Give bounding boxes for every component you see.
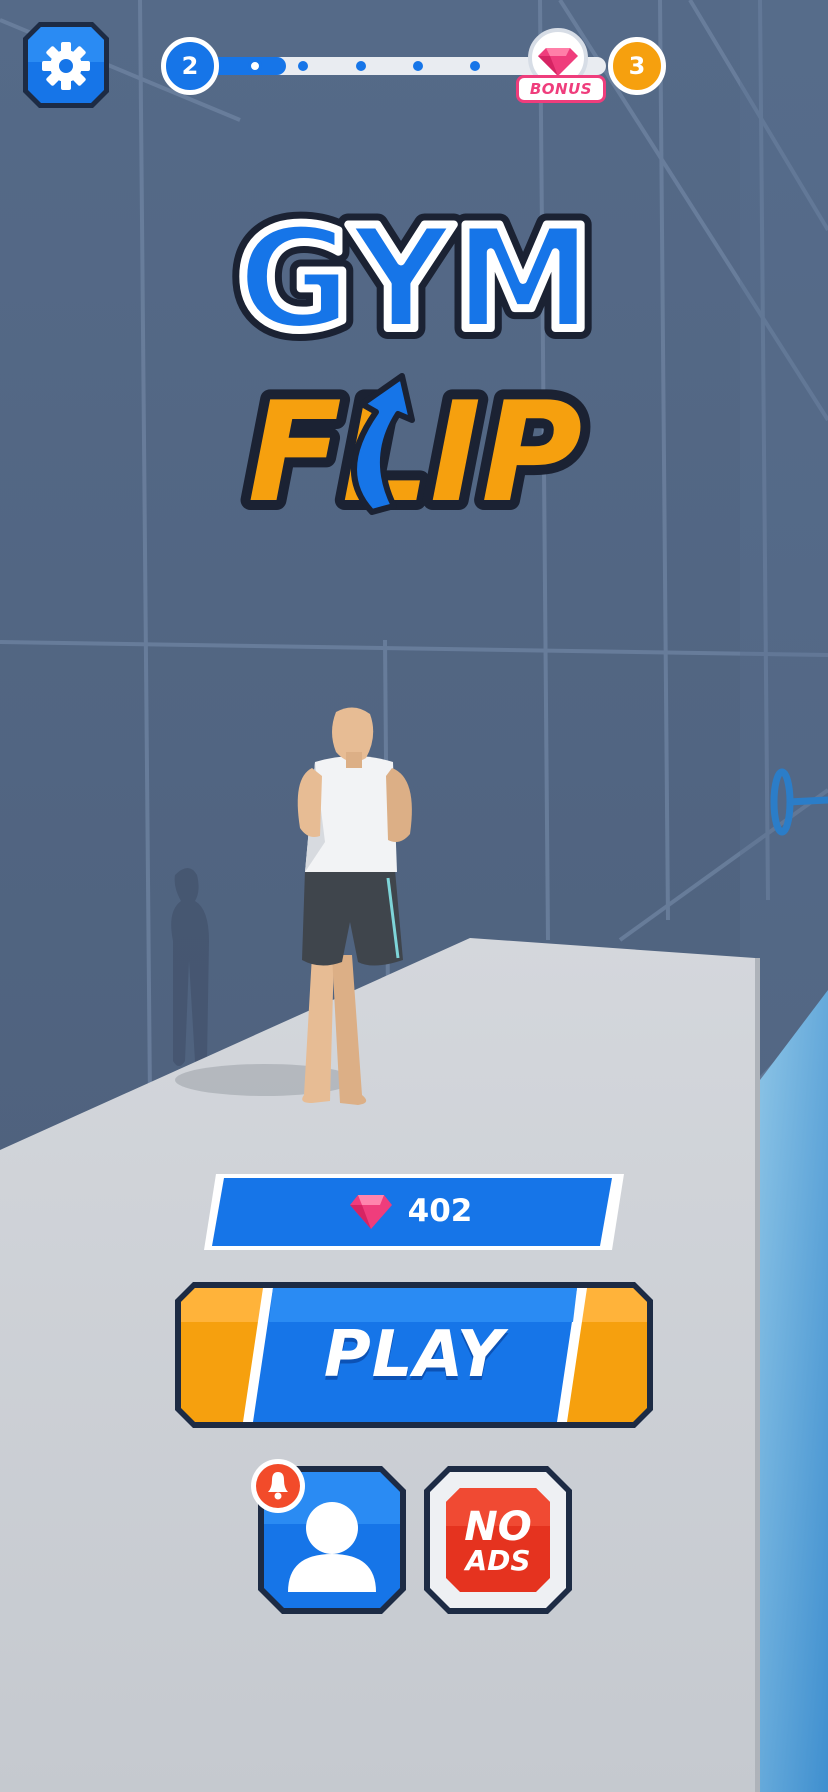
bonus-label: BONUS	[516, 75, 606, 103]
progress-dot	[298, 61, 308, 71]
logo-gym-text: GYM	[236, 200, 594, 362]
settings-button[interactable]	[23, 22, 109, 108]
progress-dot	[470, 61, 480, 71]
progress-dot	[356, 61, 366, 71]
no-ads-button[interactable]	[424, 1466, 572, 1614]
next-level-badge: 3	[608, 37, 666, 95]
current-level-badge: 2	[161, 37, 219, 95]
game-logo: GYM GYM FLIP FLIP	[225, 200, 605, 540]
game-screen: 2 BONUS 3 GYM GYM FLIP FLIP 402 PLAY NO …	[0, 0, 828, 1792]
logo-flip-text: FLIP	[248, 372, 583, 533]
progress-marker-current	[248, 59, 262, 73]
level-progress: 2 BONUS 3	[158, 28, 670, 104]
notification-badge	[251, 1459, 305, 1513]
progress-dot	[413, 61, 423, 71]
gems-amount: 402	[407, 1193, 473, 1229]
gear-icon	[42, 42, 90, 90]
diamond-icon	[349, 1195, 392, 1229]
play-button[interactable]	[175, 1282, 653, 1428]
gems-counter: 402	[200, 1178, 620, 1244]
